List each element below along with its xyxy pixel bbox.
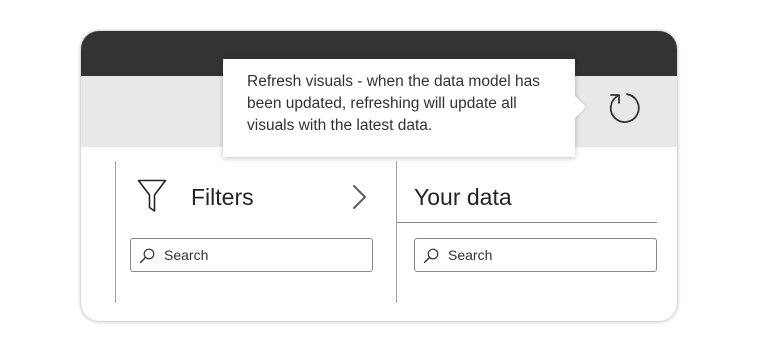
filters-search-box[interactable] bbox=[130, 238, 373, 272]
filters-search-input[interactable] bbox=[164, 239, 365, 271]
filter-funnel-icon bbox=[137, 179, 167, 213]
tooltip-arrow bbox=[574, 95, 586, 119]
expand-filters-button[interactable] bbox=[351, 183, 369, 211]
data-search-input[interactable] bbox=[448, 239, 649, 271]
refresh-icon bbox=[609, 93, 640, 123]
search-icon bbox=[139, 248, 155, 264]
tooltip-text: Refresh visuals - when the data model ha… bbox=[247, 73, 540, 134]
filters-title: Filters bbox=[191, 184, 254, 210]
search-icon bbox=[423, 248, 439, 264]
data-search-box[interactable] bbox=[414, 238, 657, 272]
pane-divider bbox=[396, 161, 397, 303]
refresh-tooltip: Refresh visuals - when the data model ha… bbox=[223, 59, 575, 157]
chevron-right-icon bbox=[353, 185, 366, 209]
your-data-underline bbox=[397, 222, 657, 223]
refresh-button[interactable] bbox=[606, 88, 646, 128]
your-data-title: Your data bbox=[414, 184, 512, 210]
left-edge-divider bbox=[115, 161, 116, 303]
